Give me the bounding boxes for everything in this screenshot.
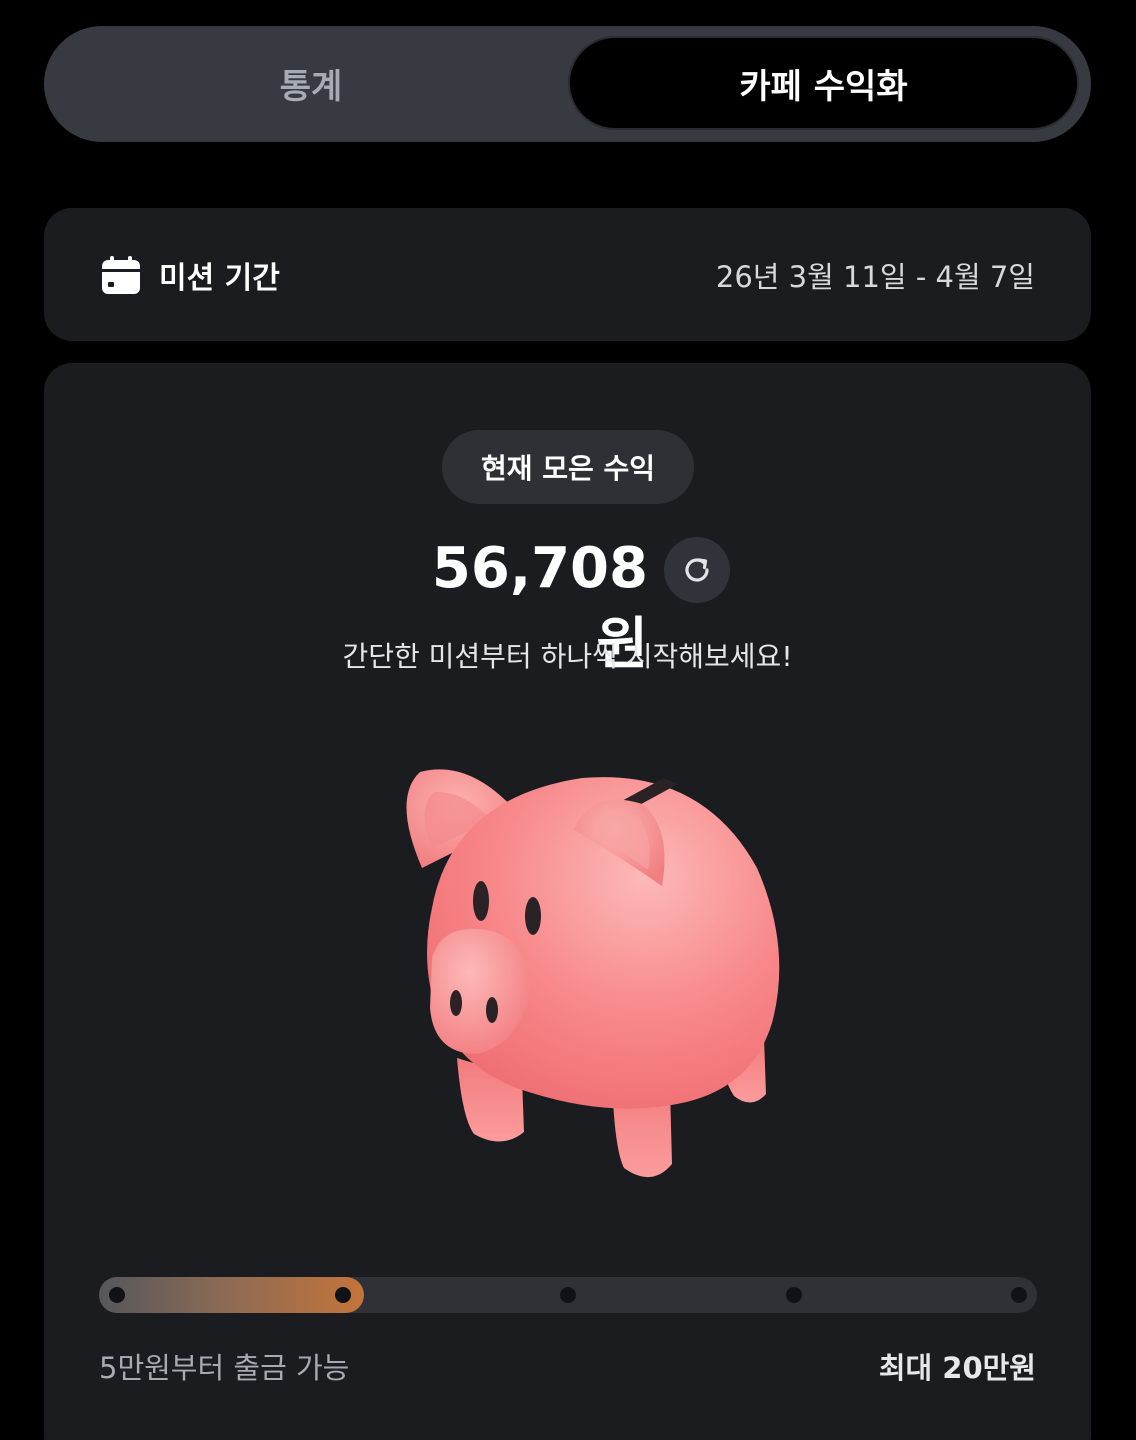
withdrawal-progress-bar: [99, 1277, 1037, 1313]
mission-period-label: 미션 기간: [159, 260, 280, 296]
progress-milestone-dot: [1011, 1287, 1027, 1303]
earnings-subtitle: 간단한 미션부터 하나씩 시작해보세요!: [342, 640, 793, 673]
refresh-icon: [685, 558, 709, 582]
calendar-icon: [101, 255, 141, 295]
earnings-card: 현재 모은 수익 56,708원 간단한 미션부터 하나씩 시작해보세요! 5만…: [44, 363, 1091, 1440]
page: 통계 카페 수익화 미션 기간 26년 3월 11일 - 4월 7일 현재 모은…: [0, 0, 1136, 1440]
segmented-tabs: 통계 카페 수익화: [44, 26, 1091, 142]
tab-stats[interactable]: 통계: [56, 36, 566, 130]
earnings-amount-row: 56,708원: [44, 531, 1091, 677]
progress-milestone-dot: [786, 1287, 802, 1303]
progress-milestone-dot: [560, 1287, 576, 1303]
progress-fill: [99, 1277, 364, 1313]
withdrawal-maximum-label: 최대 20만원: [878, 1351, 1036, 1385]
mission-period-range: 26년 3월 11일 - 4월 7일: [715, 259, 1035, 294]
withdrawal-minimum-label: 5만원부터 출금 가능: [99, 1351, 350, 1385]
tab-cafe-monetization-label: 카페 수익화: [739, 66, 908, 107]
tab-stats-label: 통계: [279, 66, 343, 107]
progress-milestone-dot: [109, 1287, 125, 1303]
mission-period-card: 미션 기간 26년 3월 11일 - 4월 7일: [44, 208, 1091, 341]
refresh-button[interactable]: [664, 537, 730, 603]
piggy-bank-illustration: [406, 769, 780, 1178]
progress-milestone-dot: [335, 1287, 351, 1303]
current-earnings-badge: 현재 모은 수익: [442, 430, 694, 504]
tab-cafe-monetization[interactable]: 카페 수익화: [568, 36, 1079, 130]
